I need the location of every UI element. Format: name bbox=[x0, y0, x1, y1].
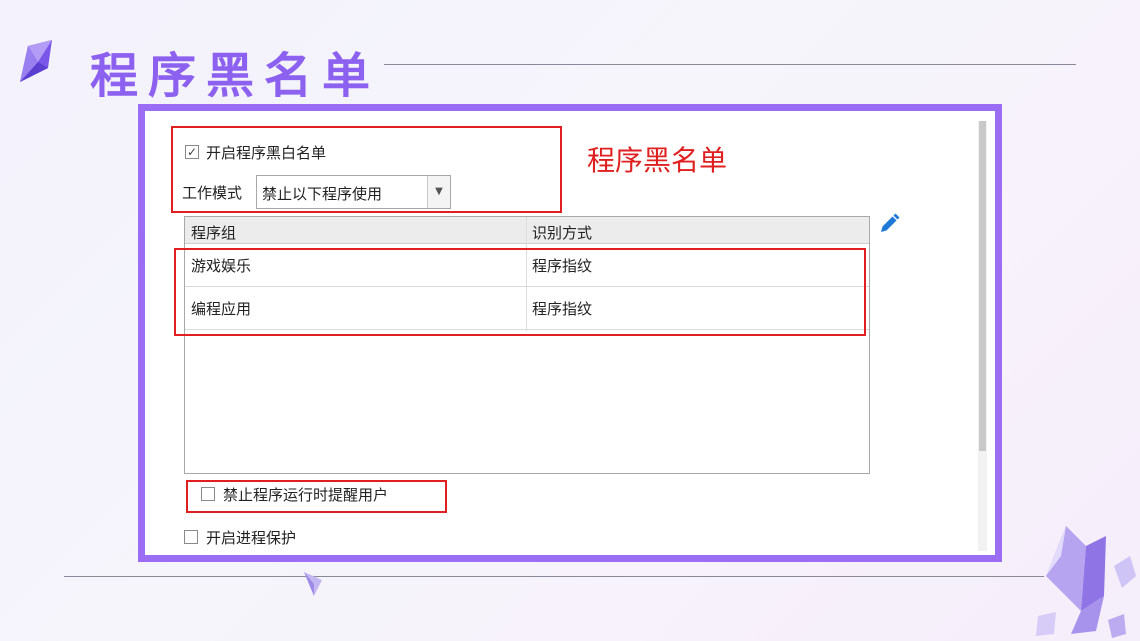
highlight-box-options bbox=[171, 126, 562, 213]
scrollbar[interactable] bbox=[978, 121, 987, 551]
small-crystal-icon bbox=[304, 572, 322, 596]
screenshot-frame: ✓ 开启程序黑白名单 工作模式 禁止以下程序使用 ▼ 程序黑名单 程序组 识别方… bbox=[138, 104, 1002, 562]
title-divider bbox=[384, 64, 1076, 65]
slide-title: 程序黑名单 bbox=[90, 48, 381, 104]
process-protect-checkbox[interactable] bbox=[184, 530, 198, 544]
highlight-box-notify bbox=[186, 480, 447, 513]
pencil-edit-icon[interactable] bbox=[878, 213, 900, 235]
column-header-method[interactable]: 识别方式 bbox=[532, 222, 592, 243]
annotation-label: 程序黑名单 bbox=[587, 144, 728, 177]
bottom-divider bbox=[64, 576, 1044, 577]
table-header: 程序组 识别方式 bbox=[185, 217, 869, 244]
column-header-group[interactable]: 程序组 bbox=[191, 222, 236, 243]
slide-header: 程序黑名单 bbox=[14, 34, 1094, 104]
scrollbar-thumb[interactable] bbox=[979, 121, 986, 451]
crystal-cluster-icon bbox=[1036, 526, 1136, 638]
settings-panel: ✓ 开启程序黑白名单 工作模式 禁止以下程序使用 ▼ 程序黑名单 程序组 识别方… bbox=[145, 111, 995, 555]
highlight-box-rows bbox=[174, 248, 866, 336]
crystal-gem-icon bbox=[20, 40, 52, 82]
process-protect-label: 开启进程保护 bbox=[206, 529, 297, 547]
